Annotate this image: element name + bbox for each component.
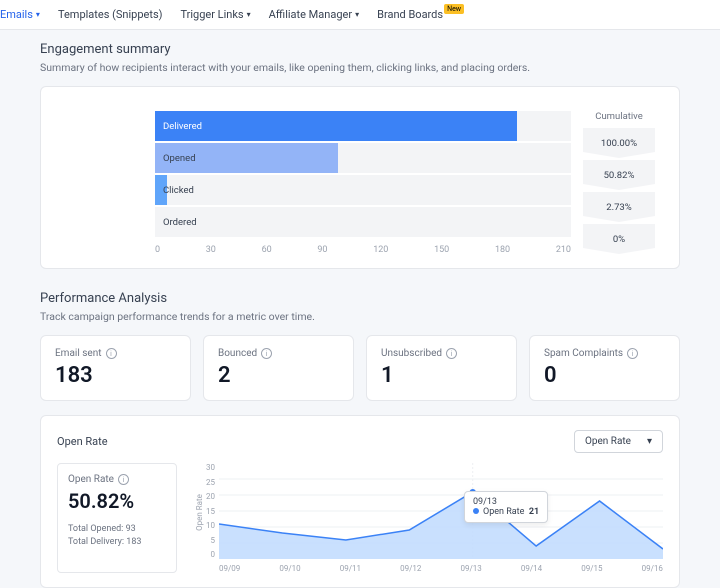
info-icon[interactable]: i — [118, 474, 129, 485]
bar-ordered: Ordered — [155, 207, 571, 237]
engagement-x-axis: 0 30 60 90 120 150 180 210 — [155, 239, 571, 255]
cumulative-column: Cumulative 100.00% 50.82% 2.73% 0% — [583, 111, 655, 256]
stat-spam-value: 0 — [544, 363, 665, 388]
stat-unsubscribed-value: 1 — [381, 363, 502, 388]
open-rate-card: Open Rate Open Rate ▾ Open Ratei 50.82% … — [40, 415, 680, 588]
bar-delivered: Delivered — [155, 111, 571, 141]
cumulative-ordered: 0% — [583, 224, 655, 254]
total-opened: Total Opened: 93 — [68, 523, 166, 536]
engagement-bars: Delivered Opened Clicked Ordered 0 30 60 — [155, 111, 583, 256]
dot-icon — [473, 508, 479, 514]
stat-unsubscribed: Unsubscribedi 1 — [366, 335, 517, 401]
nav-trigger-links[interactable]: Trigger Links▾ — [180, 8, 250, 21]
top-nav: Emails▾ Templates (Snippets) Trigger Lin… — [0, 0, 720, 30]
engagement-title: Engagement summary — [40, 42, 680, 57]
stat-bounced: Bouncedi 2 — [203, 335, 354, 401]
stat-email-sent-value: 183 — [55, 363, 176, 388]
chevron-down-icon: ▾ — [36, 10, 40, 19]
open-rate-chart: Open Rate 30 25 20 15 10 5 0 — [195, 463, 663, 573]
stat-email-sent: Email senti 183 — [40, 335, 191, 401]
cumulative-delivered: 100.00% — [583, 128, 655, 158]
cumulative-opened: 50.82% — [583, 160, 655, 190]
total-delivery: Total Delivery: 183 — [68, 536, 166, 549]
chevron-down-icon: ▾ — [247, 10, 251, 19]
engagement-card: Delivered Opened Clicked Ordered 0 30 60 — [40, 86, 680, 269]
bar-opened: Opened — [155, 143, 571, 173]
cumulative-header: Cumulative — [583, 111, 655, 122]
stat-bounced-value: 2 — [218, 363, 339, 388]
info-icon[interactable]: i — [627, 348, 638, 359]
performance-title: Performance Analysis — [40, 291, 680, 306]
info-icon[interactable]: i — [106, 348, 117, 359]
performance-section: Performance Analysis Track campaign perf… — [40, 291, 680, 588]
metric-select[interactable]: Open Rate ▾ — [574, 430, 663, 453]
chevron-down-icon: ▾ — [647, 436, 652, 447]
info-icon[interactable]: i — [446, 348, 457, 359]
nav-affiliate[interactable]: Affiliate Manager▾ — [269, 8, 359, 21]
bar-clicked: Clicked — [155, 175, 571, 205]
bar-label-ordered: Ordered — [155, 217, 197, 228]
engagement-section: Engagement summary Summary of how recipi… — [40, 42, 680, 269]
open-rate-summary: Open Ratei 50.82% Total Opened: 93 Total… — [57, 463, 177, 573]
open-rate-percent: 50.82% — [68, 489, 166, 513]
area-chart-svg — [219, 463, 663, 559]
x-axis: 09/09 09/10 09/11 09/12 09/13 09/14 09/1… — [219, 564, 663, 573]
bar-label-opened: Opened — [155, 153, 196, 164]
y-axis: 30 25 20 15 10 5 0 — [195, 463, 215, 559]
stat-row: Email senti 183 Bouncedi 2 Unsubscribedi… — [40, 335, 680, 401]
performance-subtitle: Track campaign performance trends for a … — [40, 310, 680, 323]
nav-emails[interactable]: Emails▾ — [0, 8, 40, 21]
chart-tooltip: 09/13 Open Rate 21 — [464, 491, 548, 523]
open-rate-title: Open Rate — [57, 435, 108, 448]
nav-templates[interactable]: Templates (Snippets) — [58, 8, 163, 21]
nav-brand-boards[interactable]: Brand BoardsNew — [377, 8, 466, 21]
new-badge: New — [444, 4, 464, 14]
bar-label-clicked: Clicked — [155, 185, 194, 196]
info-icon[interactable]: i — [261, 348, 272, 359]
bar-label-delivered: Delivered — [155, 121, 202, 132]
cumulative-clicked: 2.73% — [583, 192, 655, 222]
chevron-down-icon: ▾ — [355, 10, 359, 19]
stat-spam: Spam Complaintsi 0 — [529, 335, 680, 401]
engagement-subtitle: Summary of how recipients interact with … — [40, 61, 680, 74]
